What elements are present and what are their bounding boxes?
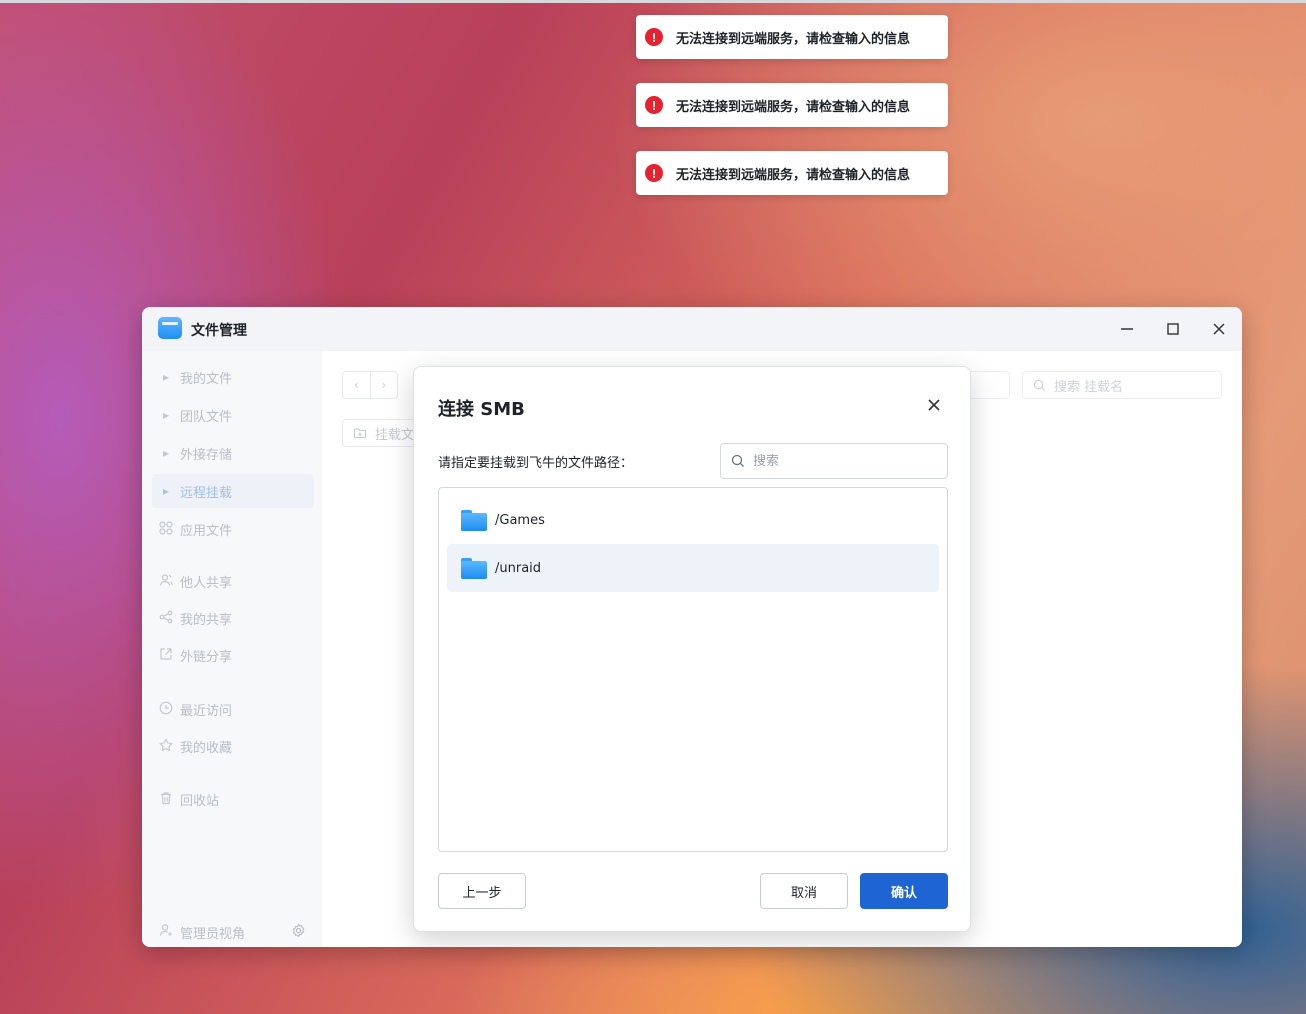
sidebar-item-label: 外链分享	[180, 649, 233, 665]
mount-folder-label: 挂载文	[375, 427, 415, 443]
window-titlebar[interactable]: 文件管理	[142, 307, 1242, 351]
clock-icon	[152, 701, 180, 718]
search-mount-input[interactable]: 搜索 挂载名	[1022, 371, 1222, 399]
sidebar-item-label: 回收站	[180, 793, 220, 809]
maximize-button[interactable]	[1161, 318, 1185, 340]
star-icon	[152, 738, 180, 755]
apps-grid-icon	[152, 520, 180, 538]
folder-icon	[461, 509, 487, 531]
sidebar: ▸ 我的文件 ▸ 团队文件 ▸ 外接存储 ▸ 远程挂载 应用文件 他人共享 我的…	[142, 351, 322, 947]
search-icon	[731, 454, 744, 467]
sidebar-item-label: 远程挂载	[180, 485, 233, 501]
caret-right-icon: ▸	[162, 446, 170, 460]
sidebar-item-my-shares[interactable]: 我的共享	[152, 601, 314, 635]
sidebar-item-app-files[interactable]: 应用文件	[152, 512, 314, 546]
folder-row-games[interactable]: /Games	[447, 496, 939, 544]
caret-right-icon: ▸	[162, 408, 170, 422]
sidebar-item-label: 团队文件	[180, 409, 233, 425]
users-icon	[152, 573, 180, 590]
admin-user-icon	[152, 923, 180, 941]
sidebar-item-label: 应用文件	[180, 523, 233, 539]
minimize-icon	[1121, 328, 1133, 330]
folder-name: /Games	[495, 512, 545, 528]
error-toast: ! 无法连接到远端服务，请检查输入的信息	[636, 151, 948, 195]
sidebar-item-favorites[interactable]: 我的收藏	[152, 729, 314, 763]
window-title: 文件管理	[191, 323, 247, 339]
folder-search-input[interactable]	[753, 453, 923, 469]
folder-add-icon	[353, 428, 367, 439]
sidebar-item-label: 最近访问	[180, 703, 233, 719]
sidebar-item-label: 我的共享	[180, 612, 233, 628]
sidebar-item-team-files[interactable]: ▸ 团队文件	[152, 398, 314, 432]
admin-view-label: 管理员视角	[180, 926, 246, 942]
back-step-button[interactable]: 上一步	[438, 873, 526, 909]
toast-message: 无法连接到远端服务，请检查输入的信息	[676, 99, 911, 115]
share-icon	[152, 610, 180, 627]
close-window-button[interactable]	[1207, 318, 1231, 340]
sidebar-item-shared-with-me[interactable]: 他人共享	[152, 564, 314, 598]
cancel-button[interactable]: 取消	[760, 873, 848, 909]
sidebar-item-link-shares[interactable]: 外链分享	[152, 638, 314, 672]
dialog-title: 连接 SMB	[438, 399, 525, 420]
search-icon	[1033, 379, 1046, 391]
path-prompt-label: 请指定要挂载到飞牛的文件路径：	[438, 456, 634, 471]
forward-nav-button[interactable]: ›	[371, 372, 398, 398]
maximize-icon	[1167, 323, 1179, 335]
dialog-close-button[interactable]	[922, 393, 946, 417]
folder-name: /unraid	[495, 560, 542, 576]
gear-icon[interactable]	[291, 923, 306, 942]
minimize-button[interactable]	[1115, 318, 1139, 340]
error-toast: ! 无法连接到远端服务，请检查输入的信息	[636, 15, 948, 59]
folder-row-unraid[interactable]: /unraid	[447, 544, 939, 592]
connect-smb-dialog: 连接 SMB 请指定要挂载到飞牛的文件路径： /Games /unraid 上一…	[413, 366, 971, 932]
search-mount-placeholder: 搜索 挂载名	[1054, 379, 1124, 395]
caret-right-icon: ▸	[162, 484, 170, 498]
confirm-button[interactable]: 确认	[860, 873, 948, 909]
toast-message: 无法连接到远端服务，请检查输入的信息	[676, 167, 911, 183]
error-icon: !	[645, 96, 663, 114]
folder-list: /Games /unraid	[438, 487, 948, 852]
folder-app-icon	[158, 317, 182, 339]
caret-right-icon: ▸	[162, 370, 170, 384]
folder-icon	[461, 557, 487, 579]
toast-message: 无法连接到远端服务，请检查输入的信息	[676, 31, 911, 47]
sidebar-item-label: 外接存储	[180, 447, 233, 463]
admin-view-toggle[interactable]: 管理员视角	[152, 917, 314, 947]
top-border	[0, 0, 1306, 3]
error-icon: !	[645, 164, 663, 182]
sidebar-item-label: 他人共享	[180, 575, 233, 591]
sidebar-item-remote-mount[interactable]: ▸ 远程挂载	[152, 474, 314, 508]
folder-search-box[interactable]	[720, 443, 948, 479]
external-link-icon	[152, 647, 180, 664]
sidebar-item-label: 我的收藏	[180, 740, 233, 756]
close-icon	[1213, 323, 1225, 335]
sidebar-item-label: 我的文件	[180, 371, 233, 387]
trash-icon	[152, 791, 180, 808]
sidebar-item-my-files[interactable]: ▸ 我的文件	[152, 360, 314, 394]
error-icon: !	[645, 28, 663, 46]
sidebar-item-external-storage[interactable]: ▸ 外接存储	[152, 436, 314, 470]
close-icon	[928, 399, 940, 411]
back-nav-button[interactable]: ‹	[343, 372, 371, 398]
error-toast: ! 无法连接到远端服务，请检查输入的信息	[636, 83, 948, 127]
navigation-buttons: ‹ ›	[342, 371, 398, 399]
sidebar-item-recent[interactable]: 最近访问	[152, 692, 314, 726]
sidebar-item-recycle-bin[interactable]: 回收站	[152, 782, 314, 816]
